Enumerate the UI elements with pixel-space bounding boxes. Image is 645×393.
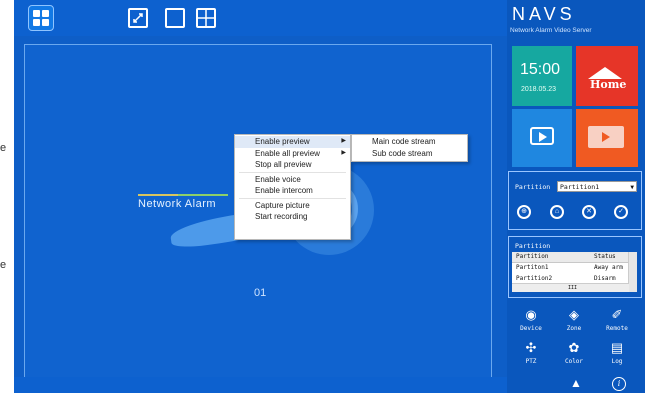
menu-item-label: Capture picture [255,200,310,210]
menu-item-capture-picture[interactable]: Capture picture [235,200,350,212]
arm-icon[interactable]: ⊕ [517,205,531,219]
menu-item-label: Enable preview [255,137,310,146]
nav-zone[interactable]: ◈ Zone [553,307,595,332]
menu-item-label: Start recording [255,212,308,221]
menu-item-label: Enable all preview [255,148,320,158]
submenu: Main code stream Sub code stream [351,134,468,162]
partition-select[interactable]: Partition1 ▼ [557,181,637,192]
table-header: Partition Status [512,252,629,263]
nav-color[interactable]: ✿ Color [553,340,595,365]
viewer-logo-text: Network Alarm [138,198,217,210]
color-icon: ✿ [568,340,580,355]
chevron-down-icon: ▼ [630,184,634,191]
partition-table: Partition Status Partiton1 Away arm Part… [512,252,637,292]
playback-tile[interactable] [576,109,638,167]
menu-separator [239,197,346,199]
nav-label: Color [564,358,584,365]
nav-label: Log [611,358,623,365]
table-row[interactable]: Partiton1 Away arm [512,263,629,273]
menu-item-label: Main code stream [372,137,436,146]
menu-item-enable-preview[interactable]: Enable preview ▶ [235,136,350,148]
menu-item-label: Sub code stream [372,148,433,158]
table-cell: Disarm [594,275,616,282]
table-cell: Partition2 [516,275,553,282]
column-header: Status [594,253,616,260]
clock-time: 15:00 [520,61,561,78]
nav-label: Device [520,325,542,332]
zone-icon: ◈ [569,307,579,322]
edge-text: e [0,259,7,271]
submenu-arrow-icon: ▶ [341,149,346,156]
brand-title: NAVS [512,4,576,24]
table-cell: Partiton1 [516,264,549,271]
logo-accent-line [138,194,178,196]
remote-icon: ✐ [611,307,623,322]
submenu-item-sub-stream[interactable]: Sub code stream [352,148,467,160]
nav-log[interactable]: ▤ Log [596,340,638,365]
logo-accent-line [178,194,228,196]
ptz-icon: ✣ [525,340,537,355]
nav-ptz[interactable]: ✣ PTZ [510,340,552,365]
single-screen-icon[interactable] [165,8,185,28]
channel-number: 01 [254,287,267,299]
layout-toolbar [14,0,507,36]
status-bar [14,377,507,393]
partition-select-value: Partition1 [560,183,600,191]
quad-layout-icon[interactable] [28,5,54,31]
partition-control-box [508,171,642,230]
submenu-arrow-icon: ▶ [341,138,346,144]
menu-item-label: Enable voice [255,174,301,184]
navs-window: e e Network Alarm 01 Enable preview ▶ Ena… [0,0,645,393]
nav-device[interactable]: ◉ Device [510,307,552,332]
video-play-icon [530,127,554,145]
table-vertical-scrollbar[interactable] [628,252,637,292]
nav-remote[interactable]: ✐ Remote [596,307,638,332]
device-icon: ◉ [525,307,537,322]
menu-separator [239,171,346,173]
video-tile[interactable] [512,109,572,167]
menu-item-label: Stop all preview [255,160,312,169]
table-cell: Away arm [594,264,623,271]
home-label: Home [590,78,627,91]
nav-label: Zone [566,325,582,332]
column-header: Partition [516,253,549,260]
table-row[interactable]: Partition2 Disarm [512,274,629,282]
disarm-icon[interactable]: ✕ [582,205,596,219]
menu-item-stop-all-preview[interactable]: Stop all preview [235,159,350,171]
nav-label: PTZ [525,358,537,365]
scroll-thumb: III [568,285,578,291]
context-menu: Enable preview ▶ Enable all preview ▶ Stop… [234,134,351,240]
menu-item-enable-all-preview[interactable]: Enable all preview ▶ [235,148,350,160]
alarm-bell-icon[interactable]: ▲ [569,376,583,390]
menu-item-enable-intercom[interactable]: Enable intercom [235,185,350,197]
info-icon[interactable]: i [612,377,626,391]
clock-date: 2018.05.23 [521,86,557,93]
partition-label: Partition [515,183,551,191]
clear-alarm-icon[interactable]: ✓ [614,205,628,219]
log-icon: ▤ [610,340,624,355]
playback-icon [588,126,624,148]
table-horizontal-scrollbar[interactable]: III [512,283,629,292]
edge-text: e [0,142,7,154]
stay-arm-icon[interactable]: ⌂ [550,205,564,219]
brand-subtitle: Network Alarm Video Server [510,27,592,34]
nav-label: Remote [606,325,628,332]
resize-icon[interactable] [128,8,148,28]
four-screen-icon[interactable] [196,8,216,28]
menu-item-start-recording[interactable]: Start recording [235,211,350,223]
submenu-item-main-stream[interactable]: Main code stream [352,136,467,148]
partition-table-title: Partition [515,242,551,250]
menu-item-label: Enable intercom [255,186,313,195]
menu-item-enable-voice[interactable]: Enable voice [235,174,350,186]
